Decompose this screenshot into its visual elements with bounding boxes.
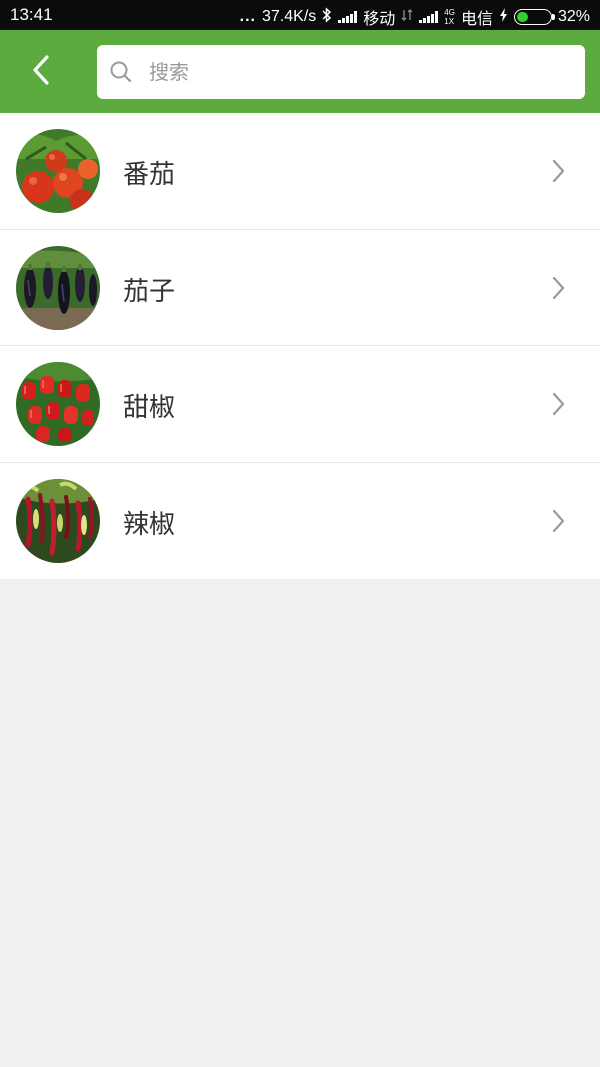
battery-percent: 32% — [557, 8, 590, 25]
header-bar — [0, 30, 600, 113]
list-item-label: 甜椒 — [123, 393, 176, 423]
carrier-2: 电信 — [460, 11, 493, 28]
charging-icon — [499, 7, 508, 27]
chevron-right-icon — [552, 509, 565, 532]
notification-dots: ... — [239, 8, 256, 25]
status-time: 13:41 — [10, 5, 53, 24]
carrier-1: 移动 — [363, 11, 396, 28]
list-item-label: 辣椒 — [123, 509, 176, 540]
signal-icon-1 — [338, 11, 358, 23]
list-item-chili-pepper[interactable]: 辣椒 — [0, 463, 600, 580]
network-type-bottom: 1X — [444, 17, 455, 26]
chevron-left-icon — [33, 55, 49, 85]
network-type: 4G 1X — [444, 8, 455, 26]
chevron-right-icon — [552, 159, 565, 183]
search-icon — [110, 61, 132, 83]
status-indicators: ... 37.4K/s 移动 4G 1X 电信 32% — [240, 5, 590, 29]
battery-icon — [513, 9, 555, 25]
battery-level — [516, 12, 529, 22]
search-input[interactable] — [149, 45, 569, 99]
network-type-top: 4G — [444, 8, 455, 17]
tomato-photo — [16, 129, 100, 213]
chili-pepper-photo — [16, 478, 100, 563]
data-arrows-icon — [401, 8, 413, 27]
list-item-label: 番茄 — [123, 160, 176, 190]
bluetooth-icon — [322, 6, 332, 28]
crop-list: 番茄 茄子 甜椒 辣椒 — [0, 113, 600, 579]
chevron-right-icon — [552, 392, 565, 416]
status-bar: 13:41 ... 37.4K/s 移动 4G 1X 电信 32% — [0, 0, 600, 30]
list-item-sweet-pepper[interactable]: 甜椒 — [0, 346, 600, 463]
list-item-eggplant[interactable]: 茄子 — [0, 230, 600, 346]
eggplant-photo — [16, 245, 100, 330]
network-speed: 37.4K/s — [262, 8, 317, 25]
list-item-tomato[interactable]: 番茄 — [0, 113, 600, 230]
chevron-right-icon — [552, 276, 565, 299]
back-button[interactable] — [22, 50, 62, 90]
sweet-pepper-photo — [16, 362, 100, 446]
list-item-label: 茄子 — [123, 276, 176, 307]
search-box[interactable] — [97, 45, 585, 99]
signal-icon-2 — [419, 11, 439, 23]
